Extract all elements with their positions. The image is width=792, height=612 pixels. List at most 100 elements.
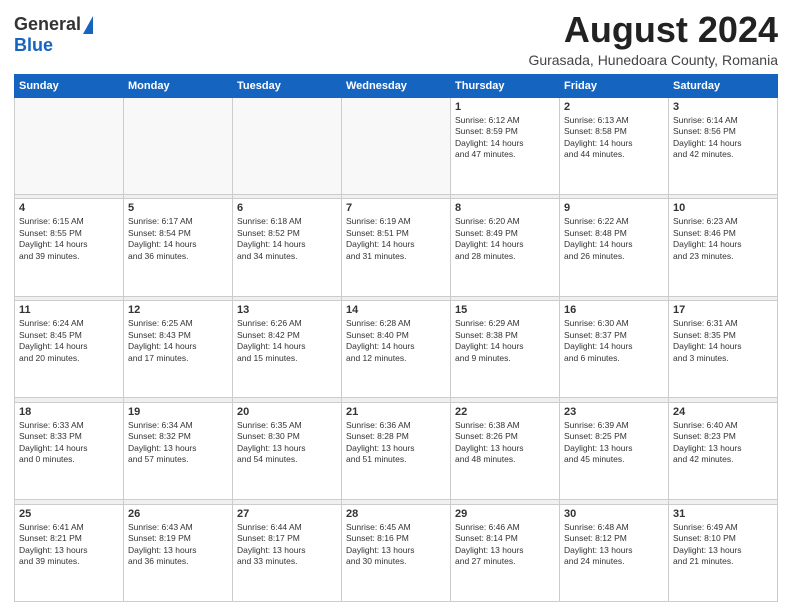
day-number: 27 xyxy=(237,508,337,520)
day-number: 24 xyxy=(673,406,773,418)
day-info: Sunrise: 6:28 AM Sunset: 8:40 PM Dayligh… xyxy=(346,318,446,364)
day-info: Sunrise: 6:13 AM Sunset: 8:58 PM Dayligh… xyxy=(564,115,664,161)
day-number: 1 xyxy=(455,101,555,113)
day-info: Sunrise: 6:25 AM Sunset: 8:43 PM Dayligh… xyxy=(128,318,228,364)
table-row: 5 Sunrise: 6:17 AM Sunset: 8:54 PM Daylig… xyxy=(124,199,233,296)
table-row: 29Sunrise: 6:46 AM Sunset: 8:14 PM Dayli… xyxy=(451,504,560,601)
day-number: 10 xyxy=(673,202,773,214)
day-number: 25 xyxy=(19,508,119,520)
table-row: 1Sunrise: 6:12 AM Sunset: 8:59 PM Daylig… xyxy=(451,97,560,194)
day-number: 23 xyxy=(564,406,664,418)
col-wednesday: Wednesday xyxy=(342,74,451,97)
table-row: 6Sunrise: 6:18 AM Sunset: 8:52 PM Daylig… xyxy=(233,199,342,296)
table-row: 20 Sunrise: 6:35 AM Sunset: 8:30 PM Dayli… xyxy=(233,402,342,499)
logo: General Blue xyxy=(14,14,93,56)
day-number: 17 xyxy=(673,304,773,316)
day-number: 6 xyxy=(237,202,337,214)
table-row: 22Sunrise: 6:38 AM Sunset: 8:26 PM Dayli… xyxy=(451,402,560,499)
table-row: 28 Sunrise: 6:45 AM Sunset: 8:16 PM Dayli… xyxy=(342,504,451,601)
table-row: 10 Sunrise: 6:23 AM Sunset: 8:46 PM Dayli… xyxy=(669,199,778,296)
day-info: Sunrise: 6:35 AM Sunset: 8:30 PM Dayligh… xyxy=(237,420,337,466)
table-row xyxy=(233,97,342,194)
day-info: Sunrise: 6:45 AM Sunset: 8:16 PM Dayligh… xyxy=(346,522,446,568)
day-number: 15 xyxy=(455,304,555,316)
day-number: 30 xyxy=(564,508,664,520)
day-info: Sunrise: 6:44 AM Sunset: 8:17 PM Dayligh… xyxy=(237,522,337,568)
table-row: 19Sunrise: 6:34 AM Sunset: 8:32 PM Dayli… xyxy=(124,402,233,499)
table-row: 30 Sunrise: 6:48 AM Sunset: 8:12 PM Dayli… xyxy=(560,504,669,601)
logo-triangle-icon xyxy=(83,16,93,34)
day-number: 11 xyxy=(19,304,119,316)
table-row xyxy=(342,97,451,194)
table-row: 9 Sunrise: 6:22 AM Sunset: 8:48 PM Daylig… xyxy=(560,199,669,296)
table-row: 25 Sunrise: 6:41 AM Sunset: 8:21 PM Dayli… xyxy=(15,504,124,601)
day-number: 9 xyxy=(564,202,664,214)
table-row: 8Sunrise: 6:20 AM Sunset: 8:49 PM Daylig… xyxy=(451,199,560,296)
table-row: 12 Sunrise: 6:25 AM Sunset: 8:43 PM Dayli… xyxy=(124,301,233,398)
table-row: 13 Sunrise: 6:26 AM Sunset: 8:42 PM Dayli… xyxy=(233,301,342,398)
day-number: 13 xyxy=(237,304,337,316)
day-number: 7 xyxy=(346,202,446,214)
col-saturday: Saturday xyxy=(669,74,778,97)
day-info: Sunrise: 6:49 AM Sunset: 8:10 PM Dayligh… xyxy=(673,522,773,568)
day-number: 29 xyxy=(455,508,555,520)
calendar-week-row: 18 Sunrise: 6:33 AM Sunset: 8:33 PM Dayli… xyxy=(15,402,778,499)
table-row: 17Sunrise: 6:31 AM Sunset: 8:35 PM Dayli… xyxy=(669,301,778,398)
calendar-week-row: 11 Sunrise: 6:24 AM Sunset: 8:45 PM Dayli… xyxy=(15,301,778,398)
day-info: Sunrise: 6:24 AM Sunset: 8:45 PM Dayligh… xyxy=(19,318,119,364)
day-info: Sunrise: 6:41 AM Sunset: 8:21 PM Dayligh… xyxy=(19,522,119,568)
title-section: August 2024 Gurasada, Hunedoara County, … xyxy=(528,10,778,68)
day-info: Sunrise: 6:22 AM Sunset: 8:48 PM Dayligh… xyxy=(564,216,664,262)
day-info: Sunrise: 6:40 AM Sunset: 8:23 PM Dayligh… xyxy=(673,420,773,466)
calendar-header-row: Sunday Monday Tuesday Wednesday Thursday… xyxy=(15,74,778,97)
table-row: 15 Sunrise: 6:29 AM Sunset: 8:38 PM Dayli… xyxy=(451,301,560,398)
table-row: 24 Sunrise: 6:40 AM Sunset: 8:23 PM Dayli… xyxy=(669,402,778,499)
day-number: 4 xyxy=(19,202,119,214)
table-row: 27 Sunrise: 6:44 AM Sunset: 8:17 PM Dayli… xyxy=(233,504,342,601)
day-info: Sunrise: 6:26 AM Sunset: 8:42 PM Dayligh… xyxy=(237,318,337,364)
day-info: Sunrise: 6:36 AM Sunset: 8:28 PM Dayligh… xyxy=(346,420,446,466)
calendar-week-row: 25 Sunrise: 6:41 AM Sunset: 8:21 PM Dayli… xyxy=(15,504,778,601)
table-row xyxy=(124,97,233,194)
table-row: 11 Sunrise: 6:24 AM Sunset: 8:45 PM Dayli… xyxy=(15,301,124,398)
day-info: Sunrise: 6:15 AM Sunset: 8:55 PM Dayligh… xyxy=(19,216,119,262)
day-info: Sunrise: 6:48 AM Sunset: 8:12 PM Dayligh… xyxy=(564,522,664,568)
calendar-week-row: 4 Sunrise: 6:15 AM Sunset: 8:55 PM Daylig… xyxy=(15,199,778,296)
calendar-week-row: 1Sunrise: 6:12 AM Sunset: 8:59 PM Daylig… xyxy=(15,97,778,194)
day-info: Sunrise: 6:39 AM Sunset: 8:25 PM Dayligh… xyxy=(564,420,664,466)
location-subtitle: Gurasada, Hunedoara County, Romania xyxy=(528,52,778,68)
col-sunday: Sunday xyxy=(15,74,124,97)
day-number: 5 xyxy=(128,202,228,214)
day-number: 18 xyxy=(19,406,119,418)
table-row: 3Sunrise: 6:14 AM Sunset: 8:56 PM Daylig… xyxy=(669,97,778,194)
table-row: 23 Sunrise: 6:39 AM Sunset: 8:25 PM Dayli… xyxy=(560,402,669,499)
day-info: Sunrise: 6:29 AM Sunset: 8:38 PM Dayligh… xyxy=(455,318,555,364)
day-info: Sunrise: 6:43 AM Sunset: 8:19 PM Dayligh… xyxy=(128,522,228,568)
day-number: 26 xyxy=(128,508,228,520)
day-number: 12 xyxy=(128,304,228,316)
day-info: Sunrise: 6:38 AM Sunset: 8:26 PM Dayligh… xyxy=(455,420,555,466)
col-thursday: Thursday xyxy=(451,74,560,97)
col-monday: Monday xyxy=(124,74,233,97)
day-info: Sunrise: 6:19 AM Sunset: 8:51 PM Dayligh… xyxy=(346,216,446,262)
table-row: 16 Sunrise: 6:30 AM Sunset: 8:37 PM Dayli… xyxy=(560,301,669,398)
logo-blue: Blue xyxy=(14,35,53,56)
day-info: Sunrise: 6:20 AM Sunset: 8:49 PM Dayligh… xyxy=(455,216,555,262)
table-row: 14 Sunrise: 6:28 AM Sunset: 8:40 PM Dayli… xyxy=(342,301,451,398)
table-row: 7 Sunrise: 6:19 AM Sunset: 8:51 PM Daylig… xyxy=(342,199,451,296)
day-info: Sunrise: 6:23 AM Sunset: 8:46 PM Dayligh… xyxy=(673,216,773,262)
header: General Blue August 2024 Gurasada, Huned… xyxy=(14,10,778,68)
day-info: Sunrise: 6:30 AM Sunset: 8:37 PM Dayligh… xyxy=(564,318,664,364)
day-number: 16 xyxy=(564,304,664,316)
day-number: 20 xyxy=(237,406,337,418)
day-number: 28 xyxy=(346,508,446,520)
table-row: 26 Sunrise: 6:43 AM Sunset: 8:19 PM Dayli… xyxy=(124,504,233,601)
day-number: 2 xyxy=(564,101,664,113)
calendar-table: Sunday Monday Tuesday Wednesday Thursday… xyxy=(14,74,778,602)
table-row: 31Sunrise: 6:49 AM Sunset: 8:10 PM Dayli… xyxy=(669,504,778,601)
day-number: 14 xyxy=(346,304,446,316)
table-row: 18 Sunrise: 6:33 AM Sunset: 8:33 PM Dayli… xyxy=(15,402,124,499)
day-info: Sunrise: 6:17 AM Sunset: 8:54 PM Dayligh… xyxy=(128,216,228,262)
day-info: Sunrise: 6:33 AM Sunset: 8:33 PM Dayligh… xyxy=(19,420,119,466)
day-info: Sunrise: 6:34 AM Sunset: 8:32 PM Dayligh… xyxy=(128,420,228,466)
